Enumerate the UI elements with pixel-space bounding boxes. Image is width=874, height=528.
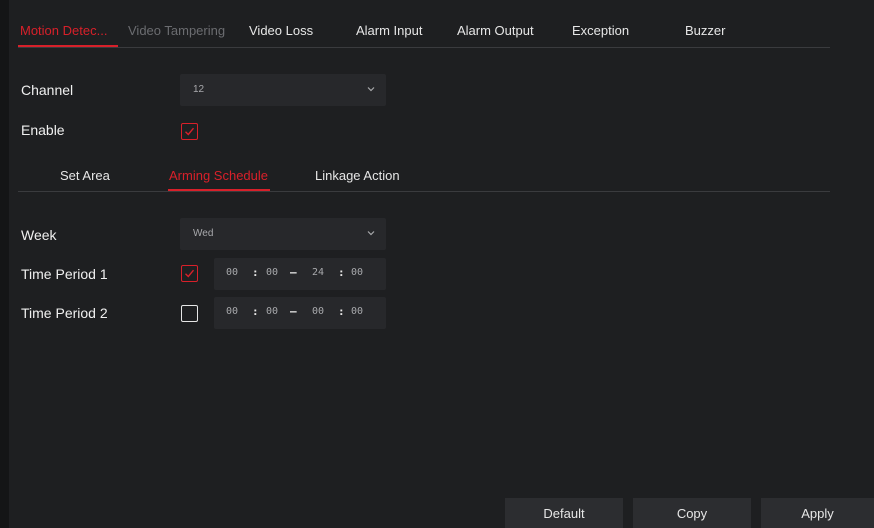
active-tab-indicator bbox=[18, 45, 118, 47]
start-minute-input[interactable]: 00 bbox=[266, 267, 278, 278]
week-label: Week bbox=[21, 227, 57, 243]
time-period-1-range: 00 : 00 – 24 : 00 bbox=[214, 258, 386, 290]
end-hour-input[interactable]: 24 bbox=[312, 267, 324, 278]
tab-alarm-output[interactable]: Alarm Output bbox=[457, 23, 534, 38]
time-period-1-label: Time Period 1 bbox=[21, 266, 108, 282]
tab-video-tampering[interactable]: Video Tampering bbox=[128, 23, 225, 38]
enable-checkbox[interactable] bbox=[181, 123, 198, 140]
start-hour-input[interactable]: 00 bbox=[226, 267, 238, 278]
time-dash: – bbox=[290, 305, 297, 318]
tab-linkage-action[interactable]: Linkage Action bbox=[315, 168, 400, 183]
tab-motion-detection[interactable]: Motion Detec... bbox=[20, 23, 107, 38]
tab-video-loss[interactable]: Video Loss bbox=[249, 23, 313, 38]
channel-select[interactable]: 12 bbox=[180, 74, 386, 106]
week-select[interactable]: Wed bbox=[180, 218, 386, 250]
time-period-2-label: Time Period 2 bbox=[21, 305, 108, 321]
channel-label: Channel bbox=[21, 82, 74, 98]
chevron-down-icon bbox=[367, 231, 375, 236]
end-hour-input[interactable]: 00 bbox=[312, 306, 324, 317]
time-period-2-range: 00 : 00 – 00 : 00 bbox=[214, 297, 386, 329]
time-dash: – bbox=[290, 266, 297, 279]
tab-set-area[interactable]: Set Area bbox=[60, 168, 110, 183]
time-colon: : bbox=[338, 266, 345, 279]
enable-label: Enable bbox=[21, 122, 65, 138]
apply-button[interactable]: Apply bbox=[761, 498, 874, 528]
end-minute-input[interactable]: 00 bbox=[351, 306, 363, 317]
week-value: Wed bbox=[193, 228, 214, 239]
alarm-type-tabs: Motion Detec... Video Tampering Video Lo… bbox=[18, 16, 830, 48]
tab-exception[interactable]: Exception bbox=[572, 23, 629, 38]
channel-value: 12 bbox=[193, 84, 205, 95]
left-edge-strip bbox=[0, 0, 9, 528]
tab-alarm-input[interactable]: Alarm Input bbox=[356, 23, 422, 38]
check-icon bbox=[185, 269, 195, 278]
time-colon: : bbox=[252, 305, 259, 318]
check-icon bbox=[185, 127, 195, 136]
tab-arming-schedule[interactable]: Arming Schedule bbox=[169, 168, 268, 183]
tab-buzzer[interactable]: Buzzer bbox=[685, 23, 725, 38]
start-minute-input[interactable]: 00 bbox=[266, 306, 278, 317]
active-sub-tab-indicator bbox=[168, 189, 270, 191]
end-minute-input[interactable]: 00 bbox=[351, 267, 363, 278]
schedule-sub-tabs: Set Area Arming Schedule Linkage Action bbox=[18, 160, 830, 192]
time-colon: : bbox=[338, 305, 345, 318]
time-period-2-checkbox[interactable] bbox=[181, 305, 198, 322]
alarm-settings-window: Motion Detec... Video Tampering Video Lo… bbox=[0, 0, 874, 528]
chevron-down-icon bbox=[367, 87, 375, 92]
time-colon: : bbox=[252, 266, 259, 279]
default-button[interactable]: Default bbox=[505, 498, 623, 528]
time-period-1-checkbox[interactable] bbox=[181, 265, 198, 282]
start-hour-input[interactable]: 00 bbox=[226, 306, 238, 317]
copy-button[interactable]: Copy bbox=[633, 498, 751, 528]
